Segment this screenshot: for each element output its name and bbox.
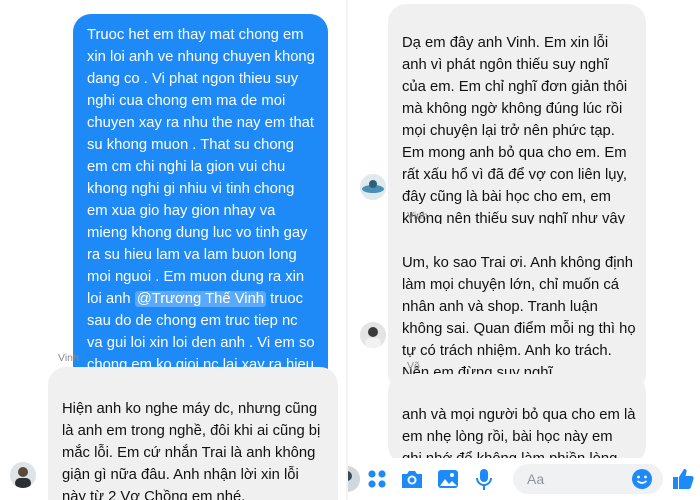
message-text: Truoc het em thay mat chong em xin loi a… xyxy=(87,27,315,307)
avatar[interactable] xyxy=(360,322,386,348)
sender-name: Vinh xyxy=(58,352,79,364)
like-icon xyxy=(673,469,694,489)
camera-button[interactable] xyxy=(399,466,425,492)
emoji-icon xyxy=(632,469,652,489)
emoji-button[interactable] xyxy=(631,468,653,490)
like-button[interactable] xyxy=(670,466,696,492)
left-chat-panel: Truoc het em thay mat chong em xin loi a… xyxy=(0,0,346,500)
apps-icon xyxy=(368,470,386,488)
photo-icon xyxy=(438,470,458,488)
incoming-message[interactable]: Um, ko sao Trai ơi. Anh không định làm m… xyxy=(388,224,646,392)
incoming-message[interactable]: anh và mọi người bỏ qua cho em là em nhẹ… xyxy=(388,374,646,464)
avatar[interactable] xyxy=(348,466,360,492)
mention-link[interactable]: @Trương Thế Vinh xyxy=(134,291,267,307)
message-text: anh và mọi người bỏ qua cho em là em nhẹ… xyxy=(402,407,636,464)
sender-name: Võ xyxy=(407,360,420,372)
sender-name: Vinh xyxy=(407,210,428,222)
microphone-button[interactable] xyxy=(471,466,497,492)
right-chat-panel: Dạ em đây anh Vinh. Em xin lỗi anh vì ph… xyxy=(346,0,700,500)
camera-icon xyxy=(402,471,422,488)
avatar-image xyxy=(360,322,386,348)
photo-button[interactable] xyxy=(435,466,461,492)
microphone-icon xyxy=(476,469,492,490)
message-input-placeholder: Aa xyxy=(527,471,545,487)
avatar[interactable] xyxy=(10,462,36,488)
avatar[interactable] xyxy=(360,174,386,200)
apps-button[interactable] xyxy=(364,466,390,492)
avatar-image xyxy=(360,174,386,200)
message-text: Dạ em đây anh Vinh. Em xin lỗi anh vì ph… xyxy=(402,35,628,249)
message-text: Hiện anh ko nghe máy dc, nhưng cũng là a… xyxy=(62,401,321,500)
message-text: Um, ko sao Trai ơi. Anh không định làm m… xyxy=(402,255,636,381)
incoming-message[interactable]: Hiện anh ko nghe máy dc, nhưng cũng là a… xyxy=(48,367,338,500)
composer-toolbar: Aa xyxy=(348,458,700,500)
avatar-image xyxy=(10,462,36,488)
avatar-image xyxy=(348,466,360,492)
